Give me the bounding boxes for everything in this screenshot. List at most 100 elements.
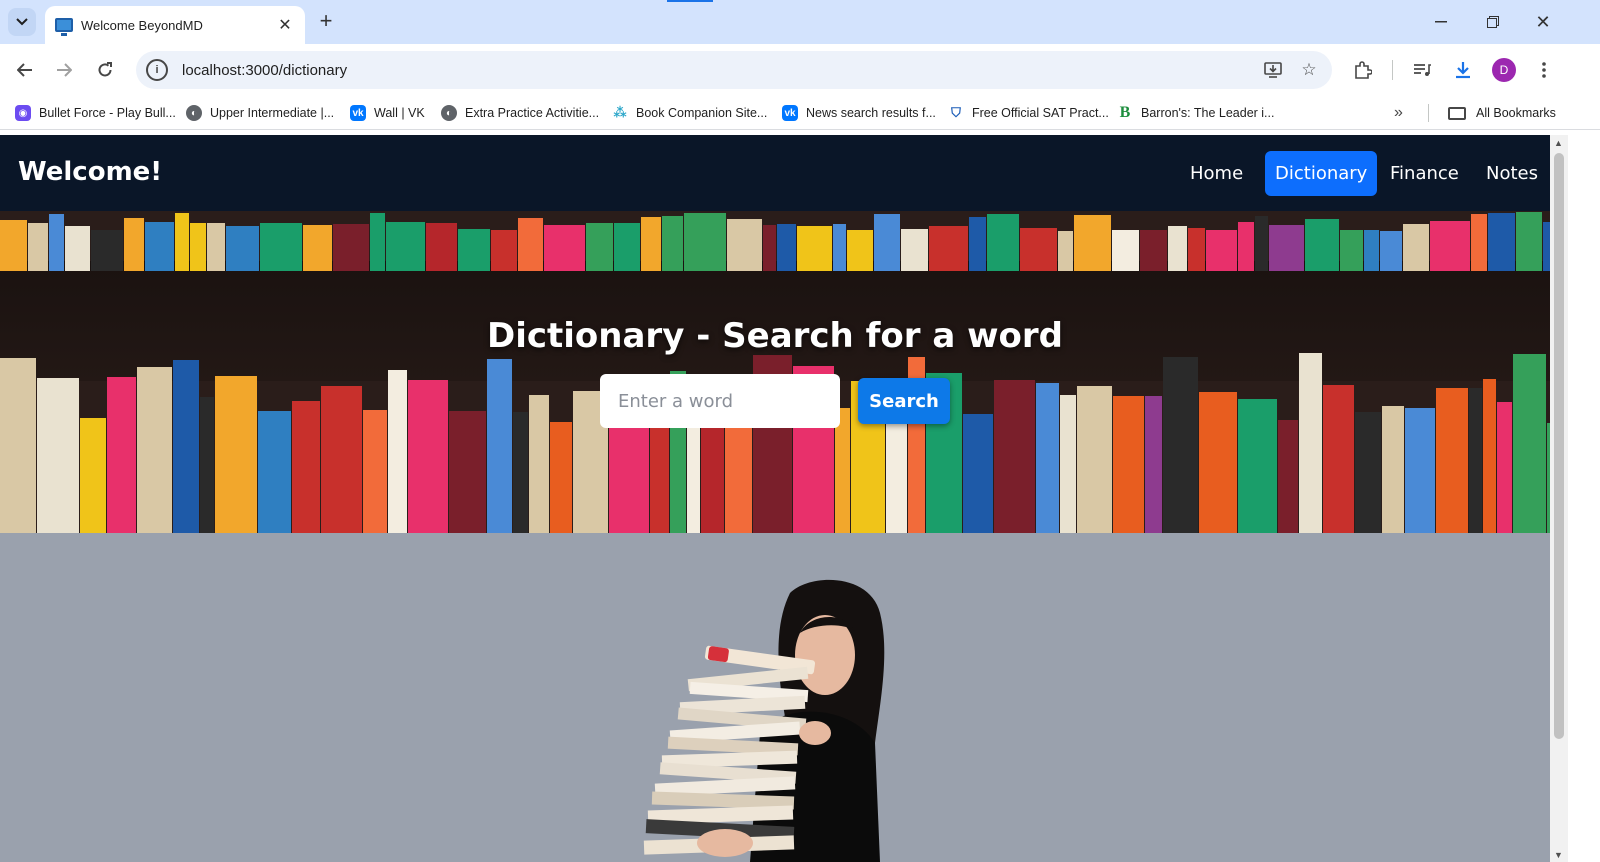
back-icon[interactable] xyxy=(11,56,39,84)
extensions-icon[interactable] xyxy=(1350,57,1376,83)
book-spine xyxy=(1436,388,1468,533)
book-spine xyxy=(550,422,572,533)
more-bookmarks-icon[interactable]: » xyxy=(1394,104,1403,122)
book-spine xyxy=(487,359,512,533)
bookmark-item[interactable]: ◉ Bullet Force - Play Bull... xyxy=(15,102,176,124)
address-bar[interactable]: i localhost:3000/dictionary ☆ xyxy=(136,51,1332,89)
install-app-icon[interactable] xyxy=(1260,57,1286,83)
bookmark-item[interactable]: vk Wall | VK xyxy=(350,102,425,124)
book-spine xyxy=(80,418,106,533)
download-icon[interactable] xyxy=(1450,57,1476,83)
book-spine xyxy=(1403,224,1429,271)
book-spine xyxy=(874,214,900,271)
site-info-icon[interactable]: i xyxy=(146,59,168,81)
bookmark-item[interactable]: ◐ Upper Intermediate |... xyxy=(186,102,334,124)
book-spine xyxy=(777,224,796,271)
book-spine xyxy=(1058,231,1073,271)
book-spine xyxy=(994,380,1035,533)
forward-icon[interactable] xyxy=(50,56,78,84)
book-spine xyxy=(833,224,846,271)
tab-title: Welcome BeyondMD xyxy=(81,17,203,33)
scroll-down-icon[interactable]: ▼ xyxy=(1554,850,1563,860)
book-spine xyxy=(1430,221,1470,271)
book-spine xyxy=(1483,379,1496,533)
bullet-force-icon: ◉ xyxy=(15,105,31,121)
book-spine xyxy=(1188,228,1205,271)
word-search-input[interactable] xyxy=(600,374,840,428)
new-tab-button[interactable]: + xyxy=(314,10,338,34)
bookmarks-divider xyxy=(1428,104,1429,122)
tab-indicator xyxy=(667,0,713,2)
all-bookmarks-button[interactable]: All Bookmarks xyxy=(1448,102,1556,124)
book-spine xyxy=(207,223,225,271)
book-spine xyxy=(408,380,448,533)
bookmark-label: Bullet Force - Play Bull... xyxy=(39,106,176,120)
book-spine xyxy=(321,386,362,533)
globe-icon: ◐ xyxy=(441,105,457,121)
browser-tab[interactable]: Welcome BeyondMD ✕ xyxy=(45,6,305,44)
nav-link-dictionary[interactable]: Dictionary xyxy=(1265,151,1378,196)
nav-link-home[interactable]: Home xyxy=(1180,151,1253,196)
book-spine xyxy=(388,370,407,533)
book-spine xyxy=(145,222,174,271)
search-button[interactable]: Search xyxy=(858,378,950,424)
book-spine xyxy=(49,214,64,271)
bookmark-item[interactable]: ◐ Extra Practice Activitie... xyxy=(441,102,599,124)
page-scrollbar[interactable]: ▲ ▼ xyxy=(1550,135,1568,862)
book-spine xyxy=(1278,420,1298,533)
profile-avatar[interactable]: D xyxy=(1492,58,1516,82)
book-spine xyxy=(847,230,873,271)
scroll-up-icon[interactable]: ▲ xyxy=(1554,138,1563,148)
book-spine xyxy=(518,218,543,271)
book-spine xyxy=(1497,402,1512,533)
book-spine xyxy=(0,358,36,533)
book-spine xyxy=(1513,354,1546,533)
app-navbar: Welcome! Home Dictionary Finance Notes xyxy=(0,135,1550,211)
book-spine xyxy=(1340,230,1363,271)
tab-search-button[interactable] xyxy=(8,8,36,36)
reload-icon[interactable] xyxy=(91,56,119,84)
star-icon[interactable]: ☆ xyxy=(1296,57,1322,83)
minimize-icon[interactable] xyxy=(1426,8,1456,36)
brand-title[interactable]: Welcome! xyxy=(18,157,162,187)
window-close-icon[interactable]: ✕ xyxy=(1528,8,1558,36)
bookmark-item[interactable]: B Barron's: The Leader i... xyxy=(1117,102,1274,124)
bookmark-label: Wall | VK xyxy=(374,106,425,120)
close-icon[interactable]: ✕ xyxy=(275,15,295,35)
book-spine xyxy=(137,367,172,533)
restore-icon[interactable] xyxy=(1478,8,1508,36)
nav-link-notes[interactable]: Notes xyxy=(1476,151,1548,196)
book-spine xyxy=(226,226,259,271)
bookmark-item[interactable]: vk News search results f... xyxy=(782,102,936,124)
media-controls-icon[interactable] xyxy=(1409,57,1435,83)
book-spine xyxy=(586,223,613,271)
bookshelf-top-row xyxy=(0,211,1550,271)
more-menu-icon[interactable] xyxy=(1531,57,1557,83)
url-text[interactable]: localhost:3000/dictionary xyxy=(182,62,1260,79)
bookmark-label: Extra Practice Activitie... xyxy=(465,106,600,120)
book-spine xyxy=(969,217,986,271)
book-spine xyxy=(1299,353,1322,533)
dots-icon: ⁂ xyxy=(612,105,628,121)
book-spine xyxy=(727,219,762,271)
book-spine xyxy=(28,223,48,271)
book-spine xyxy=(124,218,144,271)
vk-icon: vk xyxy=(350,105,366,121)
monitor-icon xyxy=(55,18,73,36)
book-spine xyxy=(175,213,189,271)
bookmark-item[interactable]: ⛉ Free Official SAT Pract... xyxy=(948,102,1109,124)
book-spine xyxy=(662,216,683,271)
page-viewport: Welcome! Home Dictionary Finance Notes D… xyxy=(0,135,1550,862)
book-spine xyxy=(370,213,385,271)
hero-title: Dictionary - Search for a word xyxy=(486,316,1064,356)
book-spine xyxy=(1323,385,1354,533)
hero-banner: Dictionary - Search for a word Search xyxy=(0,211,1550,533)
book-spine xyxy=(963,414,993,533)
scroll-thumb[interactable] xyxy=(1554,153,1564,739)
nav-link-finance[interactable]: Finance xyxy=(1380,151,1469,196)
book-spine xyxy=(1168,226,1187,271)
bookmark-item[interactable]: ⁂ Book Companion Site... xyxy=(612,102,767,124)
vk-icon: vk xyxy=(782,105,798,121)
book-spine xyxy=(1382,406,1404,533)
bookmarks-bar: ◉ Bullet Force - Play Bull... ◐ Upper In… xyxy=(0,96,1600,130)
